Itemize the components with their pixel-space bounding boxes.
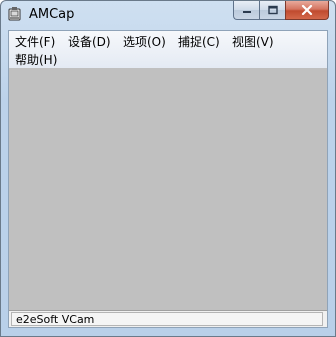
close-icon (301, 5, 313, 15)
menu-bar: 文件(F) 设备(D) 选项(O) 捕捉(C) 视图(V) 帮助(H) (9, 31, 327, 68)
status-text: e2eSoft VCam (16, 313, 95, 326)
menu-view[interactable]: 视图(V) (232, 34, 274, 50)
menu-help[interactable]: 帮助(H) (15, 52, 57, 68)
maximize-icon (267, 5, 278, 15)
close-button[interactable] (285, 1, 329, 20)
status-panel: e2eSoft VCam (11, 312, 323, 326)
status-bar: e2eSoft VCam (9, 310, 327, 327)
minimize-icon (242, 11, 251, 13)
menu-device[interactable]: 设备(D) (68, 34, 111, 50)
webcam-app-icon[interactable] (7, 6, 23, 22)
preview-area[interactable] (9, 68, 327, 310)
title-bar[interactable]: AMCap (1, 1, 335, 29)
menu-file[interactable]: 文件(F) (15, 34, 55, 50)
caption-buttons (233, 1, 329, 21)
window-title: AMCap (29, 7, 75, 22)
menu-options[interactable]: 选项(O) (123, 34, 166, 50)
menu-capture[interactable]: 捕捉(C) (178, 34, 220, 50)
client-area: 文件(F) 设备(D) 选项(O) 捕捉(C) 视图(V) 帮助(H) e2eS… (8, 30, 328, 328)
maximize-button[interactable] (259, 1, 285, 20)
minimize-button[interactable] (233, 1, 259, 20)
app-window: AMCap 文件(F) 设备(D) 选项(O) 捕捉(C) 视图(V) 帮助(H… (0, 0, 336, 337)
